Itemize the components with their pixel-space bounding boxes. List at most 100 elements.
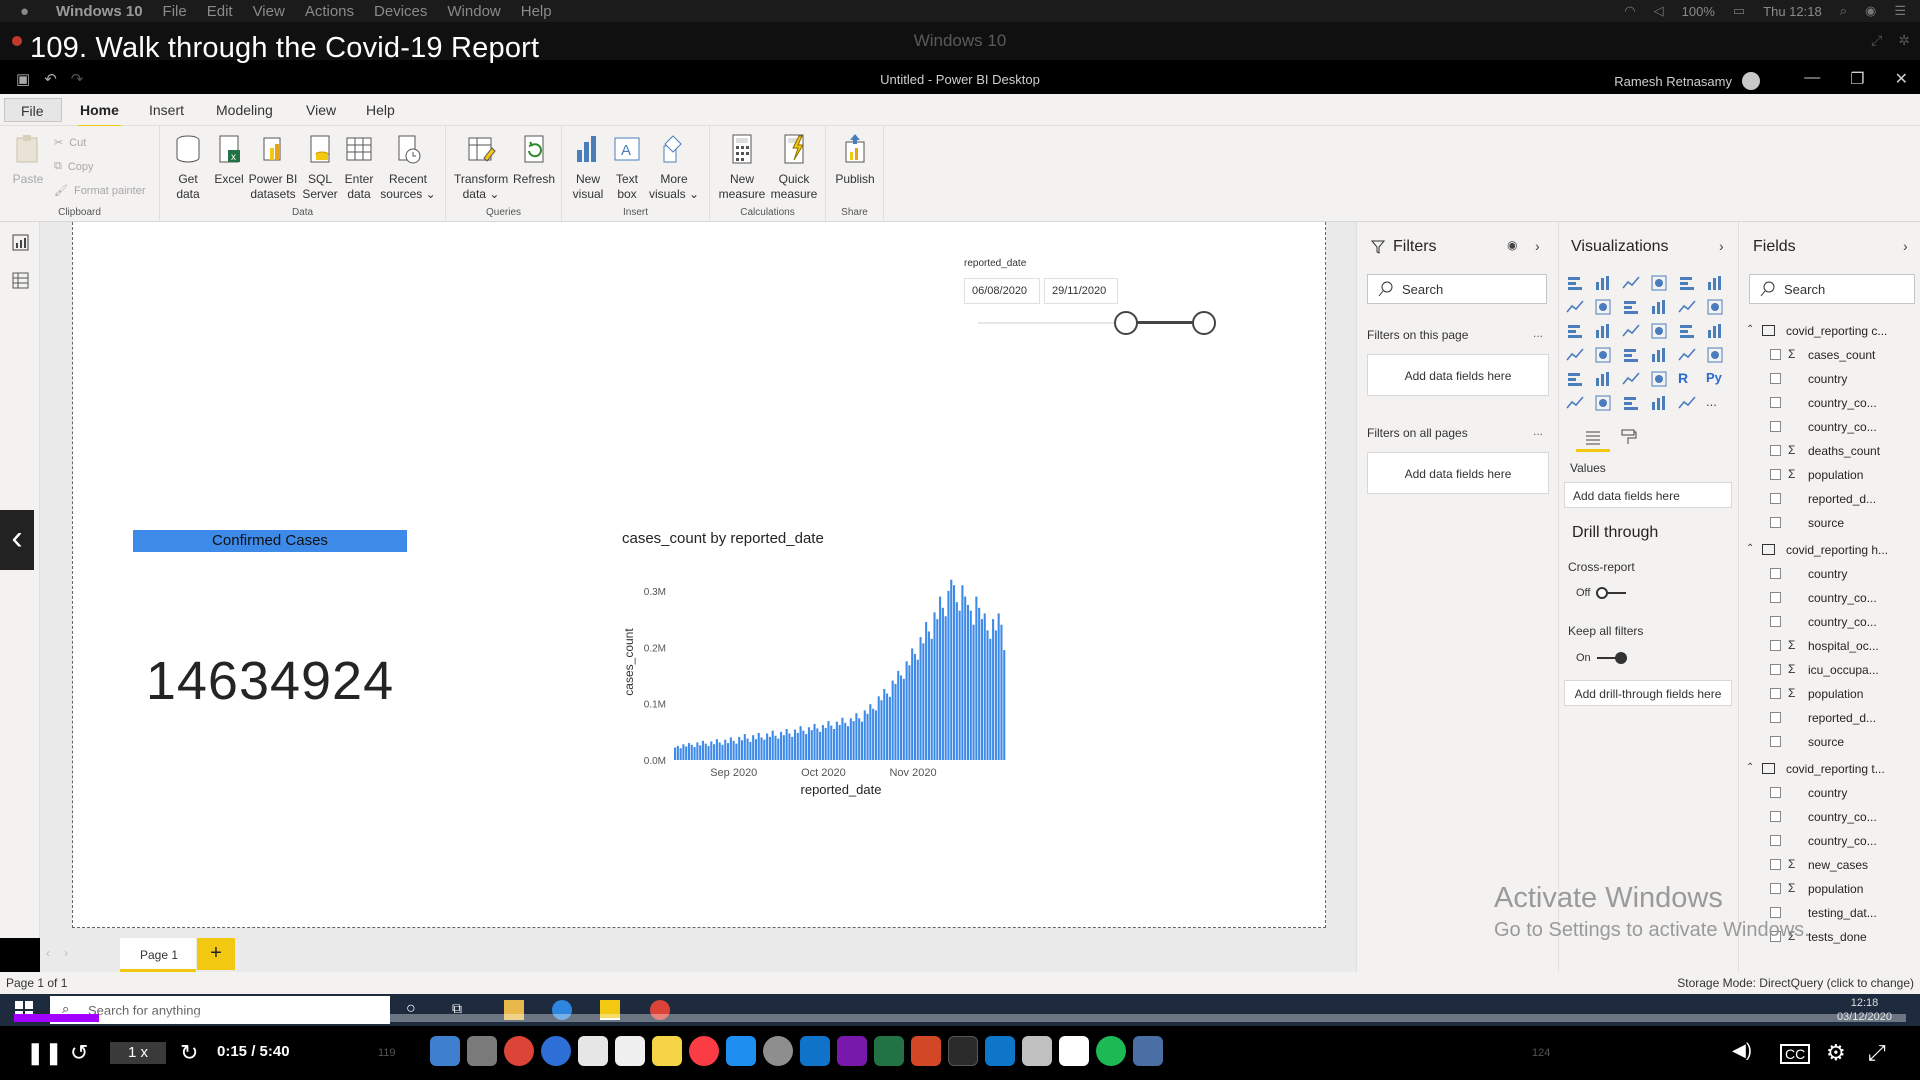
chart-bar[interactable]	[994, 630, 997, 760]
chart-bar[interactable]	[975, 596, 978, 760]
eye-icon[interactable]: ◉	[1507, 238, 1517, 252]
spotify-icon[interactable]	[1096, 1036, 1126, 1066]
finder-icon[interactable]	[430, 1036, 460, 1066]
tab-modeling[interactable]: Modeling	[216, 102, 273, 118]
volume-icon[interactable]: ◁	[1654, 3, 1664, 19]
mac-menu-file[interactable]: File	[163, 3, 187, 20]
playback-speed[interactable]: 1 x	[110, 1042, 166, 1064]
chart-bar[interactable]	[710, 741, 713, 760]
collapse-viz-icon[interactable]: ›	[1719, 238, 1724, 254]
chart-bar[interactable]	[919, 637, 922, 760]
page-next-icon[interactable]: ›	[64, 946, 68, 960]
page-filter-drop-well[interactable]: Add data fields here	[1367, 354, 1549, 396]
chart-bar[interactable]	[813, 723, 816, 760]
card-icon[interactable]	[1678, 346, 1696, 364]
chart-bar[interactable]	[961, 585, 964, 760]
chart-bar[interactable]	[983, 613, 986, 760]
field-checkbox[interactable]	[1770, 493, 1781, 504]
slicer-start-date[interactable]: 06/08/2020	[964, 278, 1040, 304]
chart-bar[interactable]	[989, 638, 992, 760]
chart-bar[interactable]	[810, 730, 813, 760]
chart-bar[interactable]	[718, 742, 721, 760]
video-progress-track[interactable]	[14, 1014, 1906, 1022]
new-visual-button[interactable]: New visual	[568, 132, 608, 202]
chart-bar[interactable]	[763, 739, 766, 760]
treemap-icon[interactable]	[1706, 322, 1724, 340]
drill-through-drop-well[interactable]: Add drill-through fields here	[1564, 680, 1732, 706]
chart-bar[interactable]	[1003, 650, 1006, 760]
more-options-icon[interactable]: ...	[1533, 326, 1543, 340]
cut-button[interactable]: ✂ Cut	[54, 136, 86, 150]
chart-bar[interactable]	[939, 596, 942, 760]
matrix-icon[interactable]	[1650, 370, 1668, 388]
chart-bar[interactable]	[922, 643, 925, 760]
chart-bar[interactable]	[682, 744, 685, 760]
chart-bar[interactable]	[754, 739, 757, 760]
kpi-icon[interactable]	[1566, 370, 1584, 388]
copy-button[interactable]: ⧉ Copy	[54, 160, 94, 173]
chart-bar[interactable]	[774, 735, 777, 760]
sql-server-button[interactable]: SQL Server	[300, 132, 340, 202]
chart-bar[interactable]	[925, 621, 928, 760]
cross-report-toggle[interactable]: Off	[1576, 586, 1627, 600]
field-checkbox[interactable]	[1770, 688, 1781, 699]
chart-bar[interactable]	[676, 745, 679, 760]
chart-bar[interactable]	[997, 613, 1000, 760]
chart-bar[interactable]	[950, 579, 953, 760]
chart-bar[interactable]	[955, 602, 958, 760]
rewind-icon[interactable]: ↺	[70, 1040, 88, 1066]
publish-button[interactable]: Publish	[832, 132, 878, 187]
chart-bar[interactable]	[732, 740, 735, 760]
mac-menu-edit[interactable]: Edit	[207, 3, 233, 20]
ribbon-chart-icon[interactable]	[1706, 298, 1724, 316]
chart-bar[interactable]	[791, 736, 794, 760]
excel-button[interactable]: x Excel	[212, 132, 246, 187]
stickies-icon[interactable]	[652, 1036, 682, 1066]
utility-icon[interactable]	[1022, 1036, 1052, 1066]
restore-icon[interactable]: ❐	[1850, 69, 1864, 89]
tab-page-1[interactable]: Page 1	[120, 938, 196, 972]
settings-gear-icon[interactable]: ⚙	[1826, 1040, 1846, 1066]
chart-bar[interactable]	[874, 710, 877, 760]
storage-mode[interactable]: Storage Mode: DirectQuery (click to chan…	[1677, 976, 1914, 990]
field-checkbox[interactable]	[1770, 811, 1781, 822]
chart-bar[interactable]	[930, 638, 933, 760]
chevron-up-icon[interactable]: ⌃	[1746, 324, 1754, 335]
chart-bar[interactable]	[888, 696, 891, 760]
forward-icon[interactable]: ↻	[180, 1040, 198, 1066]
tab-home[interactable]: Home	[78, 102, 121, 128]
filters-search-input[interactable]: Search	[1367, 274, 1547, 304]
chart-bar[interactable]	[844, 722, 847, 760]
chart-bar[interactable]	[699, 745, 702, 760]
chart-bar[interactable]	[740, 740, 744, 760]
mac-menu-actions[interactable]: Actions	[305, 3, 354, 20]
chart-bar[interactable]	[785, 729, 788, 760]
chart-bar[interactable]	[674, 747, 677, 760]
chart-bar[interactable]	[933, 612, 936, 760]
chart-bar[interactable]	[713, 744, 716, 760]
chart-bar[interactable]	[866, 713, 869, 760]
excel-dock-icon[interactable]	[874, 1036, 904, 1066]
chart-bar[interactable]	[966, 605, 970, 760]
parallels-icon[interactable]	[1133, 1036, 1163, 1066]
cases-bar-chart[interactable]: cases_count reported_date 0.0M0.1M0.2M0.…	[616, 560, 1016, 800]
chart-bar[interactable]	[838, 725, 841, 760]
chart-bar[interactable]	[941, 607, 944, 760]
onenote-icon[interactable]	[837, 1036, 867, 1066]
chart-bar[interactable]	[807, 727, 811, 760]
chart-bar[interactable]	[793, 729, 797, 760]
chart-bar[interactable]	[799, 726, 802, 760]
enter-data-button[interactable]: Enter data	[342, 132, 376, 202]
chart-bar[interactable]	[958, 610, 961, 760]
chart-bar[interactable]	[760, 737, 763, 760]
chart-bar[interactable]	[947, 590, 950, 760]
slicer-end-handle[interactable]	[1192, 311, 1216, 335]
transform-data-button[interactable]: Transform data ⌄	[454, 132, 508, 202]
field-checkbox[interactable]	[1770, 469, 1781, 480]
map-icon[interactable]	[1566, 346, 1584, 364]
paginated-icon[interactable]	[1678, 394, 1696, 412]
field-checkbox[interactable]	[1770, 445, 1781, 456]
line-column-icon[interactable]	[1650, 298, 1668, 316]
chart-bar[interactable]	[972, 624, 975, 760]
field-checkbox[interactable]	[1770, 517, 1781, 528]
